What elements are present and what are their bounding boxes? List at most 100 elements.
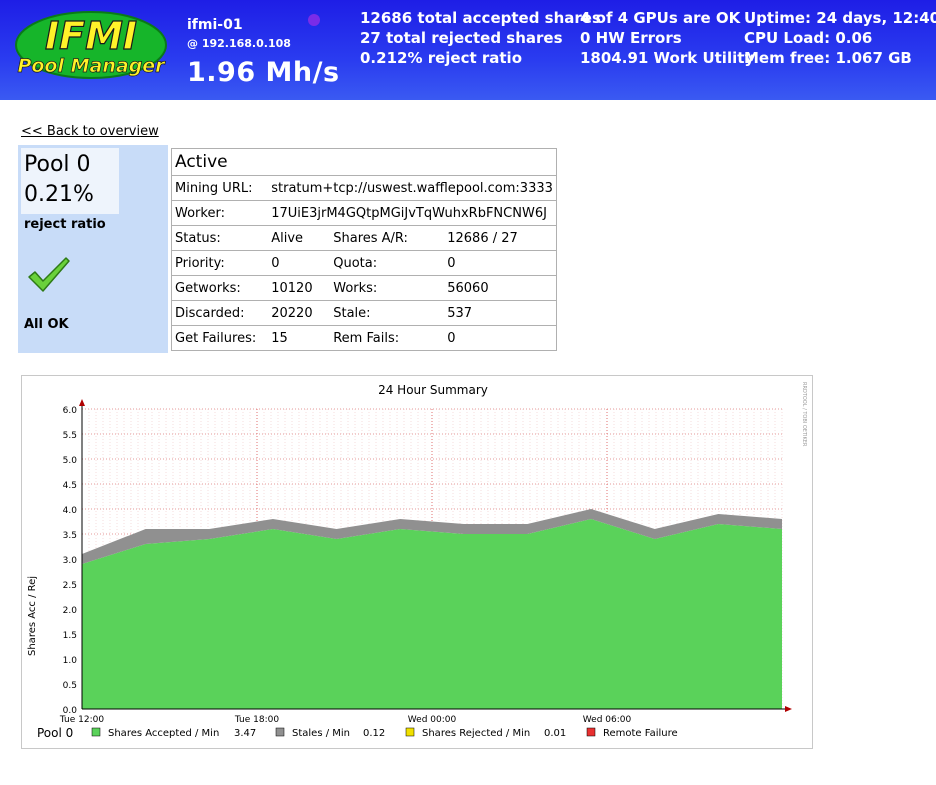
legend-series-label: Shares Accepted / Min	[108, 728, 219, 739]
info-label: Priority:	[171, 250, 260, 276]
mining-url-value: stratum+tcp://uswest.wafflepool.com:3333	[259, 175, 557, 201]
chart-areas	[82, 509, 782, 709]
pool-status-card: Pool 0 0.21% reject ratio All OK	[18, 145, 168, 353]
hw-errors: 0 HW Errors	[580, 29, 682, 47]
info-label: Getworks:	[171, 275, 260, 301]
shares-stats: 12686 total accepted shares 27 total rej…	[360, 8, 601, 68]
x-axis-arrow-icon	[785, 706, 792, 712]
y-tick-label: 5.5	[63, 431, 77, 441]
legend-series-value: 0.12	[363, 728, 385, 739]
worker-value: 17UiE3jrM4GQtpMGiJvTqWuhxRbFNCNW6J	[259, 200, 557, 226]
legend-swatch	[586, 727, 596, 737]
info-value: 20220	[259, 300, 328, 326]
y-tick-label: 6.0	[63, 406, 78, 416]
info-value: 12686 / 27	[441, 225, 557, 251]
y-tick-label: 4.0	[63, 506, 78, 516]
info-label: Get Failures:	[171, 325, 260, 351]
back-to-overview-link[interactable]: << Back to overview	[21, 124, 159, 139]
summary-chart: 24 Hour Summary Shares Acc / Rej RRDTOOL…	[27, 382, 807, 740]
chart-title: 24 Hour Summary	[378, 383, 488, 397]
rrdtool-watermark: RRDTOOL / TOBI OETIKER	[801, 382, 807, 447]
info-row: Get Failures: 15 Rem Fails: 0	[171, 325, 557, 351]
ifmi-logo: IFMI Pool Manager	[15, 11, 167, 79]
legend-series-label: Remote Failure	[603, 728, 678, 739]
legend-series-value: 0.01	[544, 728, 566, 739]
x-tick-label: Wed 06:00	[583, 715, 632, 725]
mining-url-row: Mining URL: stratum+tcp://uswest.wafflep…	[171, 175, 557, 201]
info-value: 10120	[259, 275, 328, 301]
work-utility: 1804.91 Work Utility	[580, 49, 755, 67]
legend-series-value: 3.47	[234, 728, 256, 739]
info-value: 0	[441, 325, 557, 351]
legend-swatch	[405, 727, 415, 737]
pool-status-title: Active	[171, 148, 557, 176]
accepted-shares: 12686 total accepted shares	[360, 9, 601, 27]
pool-info-table: Active Mining URL: stratum+tcp://uswest.…	[171, 148, 557, 351]
info-value: 0	[259, 250, 328, 276]
y-tick-label: 1.5	[63, 631, 77, 641]
gpu-stats: 4 of 4 GPUs are OK 0 HW Errors 1804.91 W…	[580, 8, 754, 68]
info-value: 56060	[441, 275, 557, 301]
info-row: Getworks: 10120 Works: 56060	[171, 275, 557, 301]
info-label: Works:	[327, 275, 442, 301]
legend-swatch	[91, 727, 101, 737]
logo-title: IFMI	[45, 14, 137, 58]
info-value: Alive	[259, 225, 328, 251]
y-axis-label: Shares Acc / Rej	[27, 576, 38, 656]
y-tick-label: 5.0	[63, 456, 78, 466]
info-row: Discarded: 20220 Stale: 537	[171, 300, 557, 326]
pool-status-text: All OK	[24, 317, 69, 332]
legend-pool-name: Pool 0	[37, 726, 73, 740]
legend-series-label: Stales / Min	[292, 728, 350, 739]
info-value: 0	[441, 250, 557, 276]
legend-swatch	[275, 727, 285, 737]
mining-url-label: Mining URL:	[171, 175, 260, 201]
rejected-shares: 27 total rejected shares	[360, 29, 563, 47]
info-label: Rem Fails:	[327, 325, 442, 351]
legend-series-label: Shares Rejected / Min	[422, 728, 530, 739]
info-label: Quota:	[327, 250, 442, 276]
cpu-load: CPU Load: 0.06	[744, 29, 873, 47]
info-value: 537	[441, 300, 557, 326]
y-tick-label: 4.5	[63, 481, 77, 491]
worker-row: Worker: 17UiE3jrM4GQtpMGiJvTqWuhxRbFNCNW…	[171, 200, 557, 226]
info-label: Discarded:	[171, 300, 260, 326]
info-label: Stale:	[327, 300, 442, 326]
mem-free: Mem free: 1.067 GB	[744, 49, 912, 67]
y-tick-label: 3.5	[63, 531, 77, 541]
y-tick-label: 3.0	[63, 556, 78, 566]
series-area	[82, 519, 782, 709]
reject-ratio-label: reject ratio	[24, 217, 106, 232]
uptime: Uptime: 24 days, 12:40	[744, 9, 936, 27]
pool-name: Pool 0	[24, 152, 91, 177]
info-row: Status: Alive Shares A/R: 12686 / 27	[171, 225, 557, 251]
y-tick-label: 2.0	[63, 606, 78, 616]
info-label: Status:	[171, 225, 260, 251]
reject-ratio: 0.212% reject ratio	[360, 49, 523, 67]
status-dot-icon	[308, 14, 320, 26]
info-label: Shares A/R:	[327, 225, 442, 251]
chart-legend: Pool 0 Shares Accepted / Min 3.47 Stales / …	[37, 726, 678, 740]
y-axis-arrow-icon	[79, 399, 85, 406]
pool-reject-percent: 0.21%	[24, 182, 94, 207]
status-title-row: Active	[171, 148, 557, 176]
info-row: Priority: 0 Quota: 0	[171, 250, 557, 276]
header-bar: IFMI Pool Manager ifmi-01 @ 192.168.0.10…	[0, 0, 936, 100]
gpu-status: 4 of 4 GPUs are OK	[580, 9, 741, 27]
y-tick-label: 2.5	[63, 581, 77, 591]
info-value: 15	[259, 325, 328, 351]
host-name: ifmi-01	[187, 17, 243, 33]
summary-chart-frame: 24 Hour Summary Shares Acc / Rej RRDTOOL…	[21, 375, 813, 749]
y-tick-label: 1.0	[63, 656, 78, 666]
logo-subtitle: Pool Manager	[17, 55, 166, 77]
host-ip: @ 192.168.0.108	[187, 37, 291, 50]
pool-name-box: Pool 0 0.21%	[21, 148, 119, 214]
y-tick-label: 0.5	[63, 681, 77, 691]
x-tick-label: Wed 00:00	[408, 715, 457, 725]
hashrate: 1.96 Mh/s	[187, 57, 340, 88]
x-tick-label: Tue 12:00	[59, 715, 104, 725]
checkmark-icon	[28, 257, 70, 292]
system-stats: Uptime: 24 days, 12:40 CPU Load: 0.06 Me…	[744, 8, 936, 68]
worker-label: Worker:	[171, 200, 260, 226]
x-tick-label: Tue 18:00	[234, 715, 279, 725]
